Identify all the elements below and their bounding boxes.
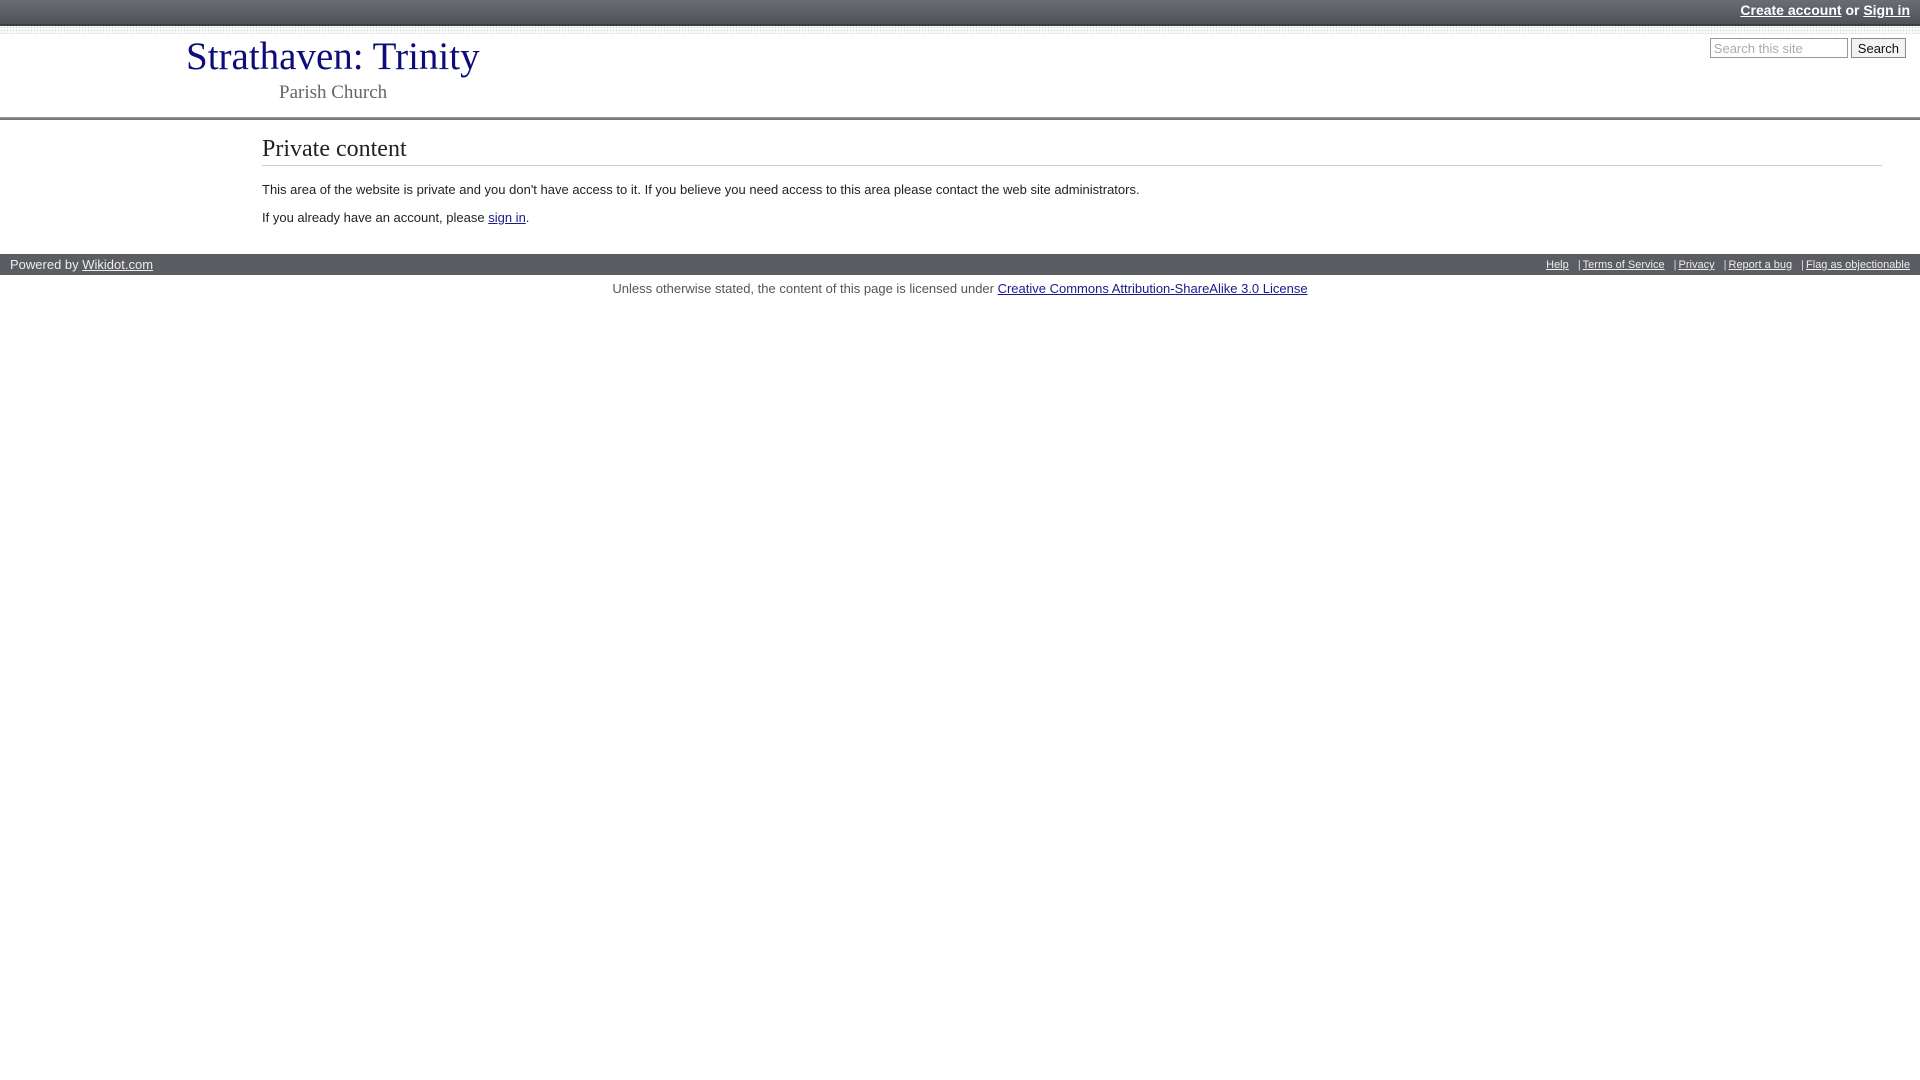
help-link[interactable]: Help [1546,259,1569,271]
page-title: Private content [262,134,1882,166]
terms-of-service-link[interactable]: Terms of Service [1583,259,1665,271]
footer-separator: | [1577,259,1581,271]
account-links: Create account or Sign in [1740,2,1910,19]
top-account-bar: Create account or Sign in [0,0,1920,26]
footer-separator: | [1723,259,1727,271]
sign-in-prompt-prefix: If you already have an account, please [262,210,489,225]
footer-separator: | [1673,259,1677,271]
license-link[interactable]: Creative Commons Attribution-ShareAlike … [998,281,1308,296]
footer-links: Help | Terms of Service | Privacy | Report … [1546,258,1910,272]
site-title[interactable]: Strathaven: Trinity [186,34,480,79]
account-or-text: or [1845,2,1860,18]
header-divider [0,117,1920,120]
site-footer: Powered by Wikidot.com Help | Terms of Se… [0,254,1920,275]
search-input[interactable] [1709,38,1848,58]
private-notice-text: This area of the website is private and … [262,182,1140,197]
powered-by-prefix: Powered by [10,257,83,272]
site-header: Strathaven: Trinity Parish Church Search [0,26,1920,118]
powered-by: Powered by Wikidot.com [10,256,153,273]
create-account-link[interactable]: Create account [1740,2,1841,18]
site-subtitle: Parish Church [279,82,388,103]
footer-separator: | [1801,259,1805,271]
sign-in-link[interactable]: Sign in [1863,2,1910,18]
content-sign-in-link[interactable]: sign in [488,210,526,225]
license-prefix: Unless otherwise stated, the content of … [612,281,998,296]
sign-in-prompt-suffix: . [525,210,530,225]
wikidot-link[interactable]: Wikidot.com [82,257,153,272]
license-notice: Unless otherwise stated, the content of … [0,281,1920,297]
privacy-link[interactable]: Privacy [1679,259,1715,271]
report-bug-link[interactable]: Report a bug [1729,259,1793,271]
sign-in-prompt: If you already have an account, please s… [262,210,1882,226]
flag-objectionable-link[interactable]: Flag as objectionable [1806,259,1910,271]
page-content: This area of the website is private and … [262,182,1882,226]
search-button[interactable]: Search [1850,38,1906,58]
search-form: Search [1709,38,1906,58]
main-content: Private content This area of the website… [262,134,1882,226]
header-dotted-pattern [0,26,1920,34]
